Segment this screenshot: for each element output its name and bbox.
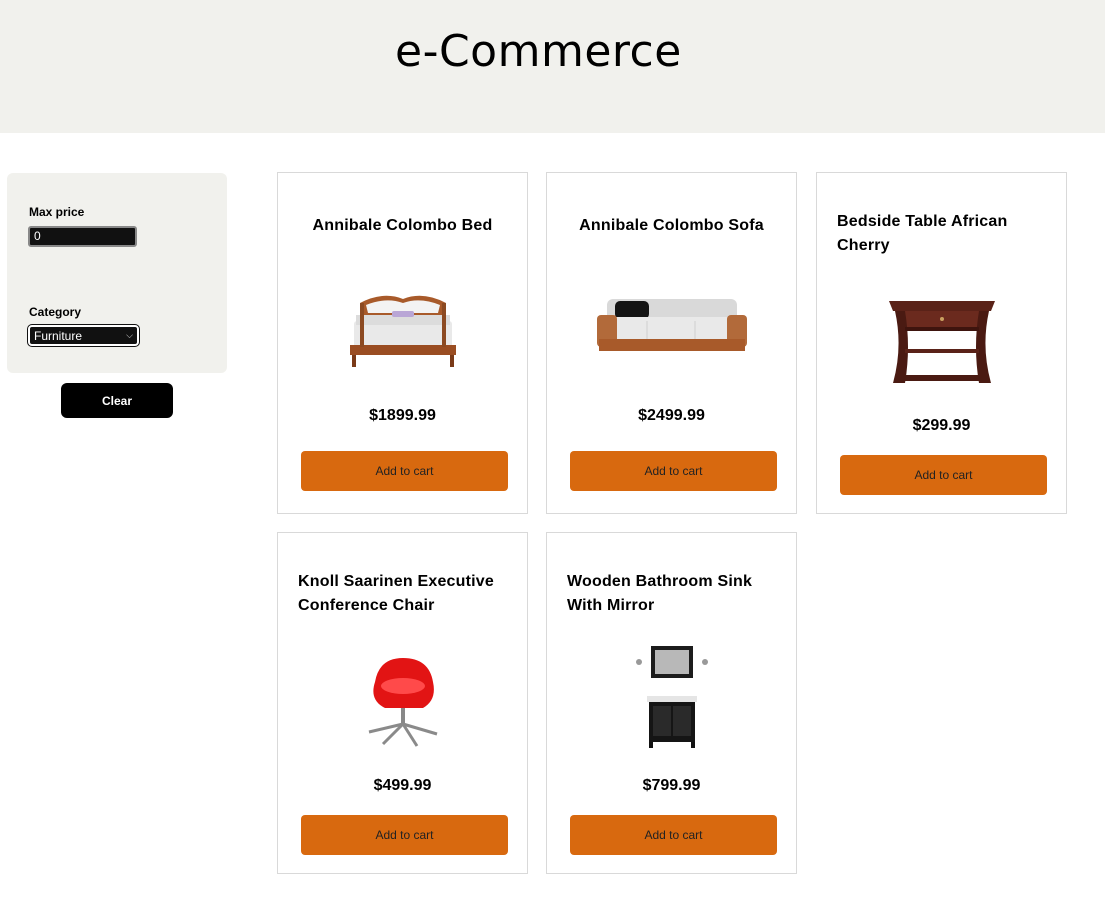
max-price-label: Max price — [29, 205, 85, 219]
add-to-cart-button[interactable]: Add to cart — [570, 815, 777, 855]
product-card: Annibale Colombo Bed $1899.99 Add to car… — [277, 172, 528, 514]
product-title: Wooden Bathroom Sink With Mirror — [567, 573, 753, 614]
product-price: $499.99 — [373, 777, 432, 794]
product-title: Bedside Table African Cherry — [837, 213, 1008, 254]
add-to-cart-button[interactable]: Add to cart — [301, 815, 508, 855]
product-price: $2499.99 — [638, 407, 705, 424]
filter-panel: Max price 0 Category Furniture ⌵ — [7, 173, 227, 373]
add-to-cart-button[interactable]: Add to cart — [570, 451, 777, 491]
product-price: $799.99 — [642, 777, 701, 794]
bed-icon — [278, 275, 527, 385]
category-selected-value: Furniture — [34, 328, 83, 343]
add-to-cart-button[interactable]: Add to cart — [840, 455, 1047, 495]
add-to-cart-button[interactable]: Add to cart — [301, 451, 508, 491]
product-card: Wooden Bathroom Sink With Mirror $799.99… — [546, 532, 797, 874]
product-title: Knoll Saarinen Executive Conference Chai… — [298, 573, 494, 614]
chair-icon — [278, 643, 527, 753]
clear-button[interactable]: Clear — [61, 383, 173, 418]
sofa-icon — [547, 270, 796, 380]
site-title: e-Commerce — [395, 26, 682, 77]
chevron-down-icon: ⌵ — [126, 330, 133, 340]
product-title: Annibale Colombo Bed — [312, 217, 493, 234]
category-select[interactable]: Furniture ⌵ — [27, 324, 140, 347]
nightstand-icon — [817, 286, 1066, 396]
site-header: e-Commerce — [0, 0, 1105, 133]
product-price: $299.99 — [912, 417, 971, 434]
max-price-input[interactable]: 0 — [28, 226, 137, 247]
sink-mirror-icon — [547, 641, 796, 751]
product-price: $1899.99 — [369, 407, 436, 424]
product-card: Annibale Colombo Sofa $2499.99 Add to ca… — [546, 172, 797, 514]
category-label: Category — [29, 305, 82, 319]
product-card: Knoll Saarinen Executive Conference Chai… — [277, 532, 528, 874]
product-card: Bedside Table African Cherry $299.99 Add… — [816, 172, 1067, 514]
product-title: Annibale Colombo Sofa — [579, 217, 764, 234]
